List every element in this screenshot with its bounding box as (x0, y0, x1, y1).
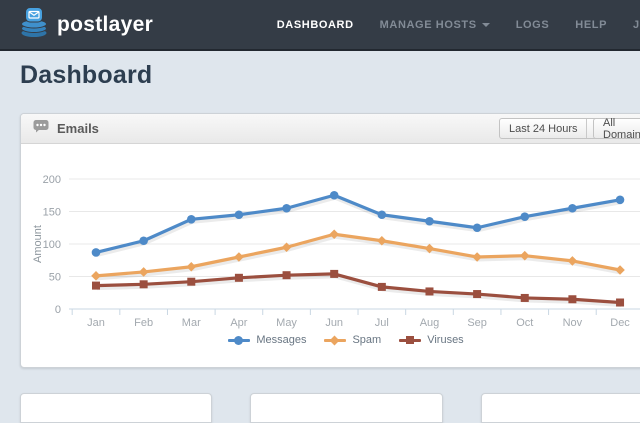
legend-item-spam: Spam (324, 334, 381, 346)
nav-item-user[interactable]: JOHN (633, 19, 640, 31)
panel-title: Emails (57, 121, 99, 136)
svg-text:Dec: Dec (610, 317, 630, 329)
nav-item-manage-hosts-label: MANAGE HOSTS (380, 19, 477, 31)
svg-text:Nov: Nov (563, 317, 583, 329)
lower-panel-3 (481, 393, 640, 423)
svg-text:Jun: Jun (325, 317, 343, 329)
legend-label: Spam (352, 334, 381, 346)
square-marker-icon (399, 335, 421, 346)
svg-text:100: 100 (43, 239, 61, 251)
svg-text:Oct: Oct (516, 317, 533, 329)
emails-panel-header: Emails Last 24 Hours All Domains (21, 114, 640, 144)
legend-label: Viruses (427, 334, 463, 346)
emails-panel: Emails Last 24 Hours All Domains 0 50 100 1… (20, 113, 640, 368)
svg-text:Amount: Amount (32, 225, 44, 263)
domain-value: All Domains (594, 119, 640, 138)
chart-legend: Messages Spam Viruses (21, 334, 640, 346)
svg-text:Sep: Sep (467, 317, 487, 329)
svg-text:200: 200 (43, 174, 61, 186)
nav-item-manage-hosts[interactable]: MANAGE HOSTS (380, 19, 490, 31)
top-navbar: postlayer DASHBOARD MANAGE HOSTS LOGS HE… (0, 0, 640, 51)
circle-marker-icon (228, 335, 250, 346)
svg-text:0: 0 (55, 304, 61, 316)
svg-text:Aug: Aug (420, 317, 440, 329)
brand-logo[interactable]: postlayer (0, 6, 153, 43)
svg-text:50: 50 (49, 272, 61, 284)
domain-dropdown[interactable]: All Domains (593, 118, 640, 139)
lower-panel-1 (20, 393, 212, 423)
nav-menu: DASHBOARD MANAGE HOSTS LOGS HELP JOHN (277, 19, 640, 31)
legend-label: Messages (256, 334, 306, 346)
comment-icon (33, 119, 49, 138)
time-range-value: Last 24 Hours (500, 119, 586, 138)
svg-text:May: May (276, 317, 297, 329)
lower-panel-2 (250, 393, 443, 423)
nav-item-help[interactable]: HELP (575, 19, 607, 31)
svg-text:Jul: Jul (375, 317, 389, 329)
legend-item-viruses: Viruses (399, 334, 463, 346)
nav-item-dashboard[interactable]: DASHBOARD (277, 19, 354, 31)
chevron-down-icon (482, 23, 490, 27)
page-title: Dashboard (20, 61, 152, 90)
legend-item-messages: Messages (228, 334, 306, 346)
svg-text:Jan: Jan (87, 317, 105, 329)
svg-text:150: 150 (43, 207, 61, 219)
brand-name: postlayer (57, 13, 153, 37)
svg-text:Mar: Mar (182, 317, 201, 329)
svg-text:Feb: Feb (134, 317, 153, 329)
nav-item-logs[interactable]: LOGS (516, 19, 550, 31)
chart-area: 0 50 100 150 200 Jan Feb Mar Apr May Jun Jul Aug Sep O… (21, 144, 640, 369)
diamond-marker-icon (324, 335, 346, 346)
postlayer-stack-icon (20, 6, 50, 43)
svg-text:Apr: Apr (230, 317, 247, 329)
